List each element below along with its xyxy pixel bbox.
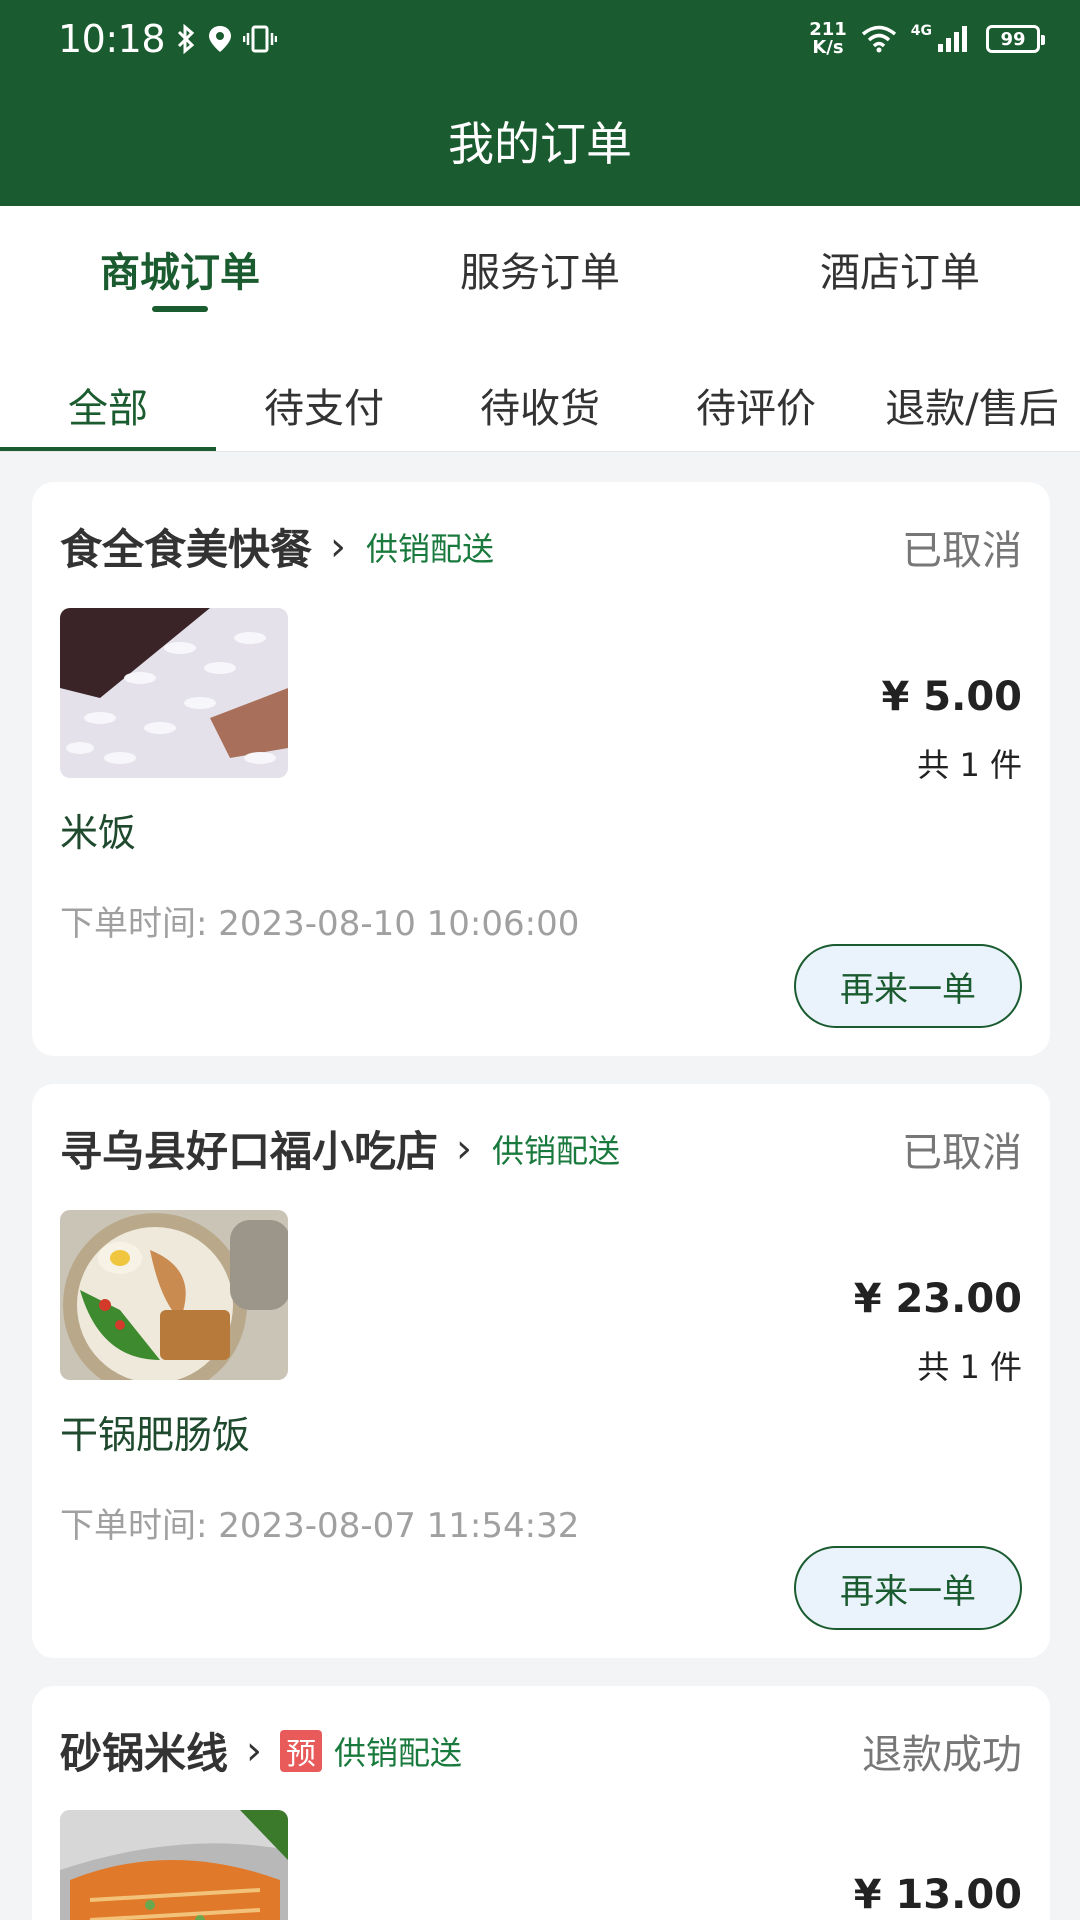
status-left-icons	[175, 24, 278, 54]
active-tab-indicator	[152, 306, 208, 312]
filter-tab-pending-receipt[interactable]: 待收货	[432, 342, 648, 451]
net-speed: 211 K/s	[809, 19, 847, 58]
status-time: 10:18	[58, 17, 166, 61]
delivery-tag: 供销配送	[492, 1131, 621, 1170]
bluetooth-icon	[177, 24, 195, 54]
order-status: 已取消	[902, 1130, 1022, 1176]
app-bar: 10:18 211 K/s 4G 99 我的订单	[0, 0, 1080, 206]
chevron-right-icon: ›	[246, 1727, 263, 1774]
location-icon	[209, 26, 232, 52]
product-name: 米饭	[60, 811, 137, 855]
tab-label: 酒店订单	[820, 250, 980, 296]
order-card[interactable]: 寻乌县好口福小吃店 › 供销配送 已取消 ¥ 23.00 共 1 件 干锅肥肠饭…	[32, 1084, 1050, 1658]
page-title: 我的订单	[448, 117, 632, 171]
order-quantity: 共 1 件	[917, 746, 1022, 784]
filter-tab-pending-review[interactable]: 待评价	[648, 342, 864, 451]
order-price: ¥ 23.00	[853, 1276, 1022, 1322]
store-row[interactable]: 砂锅米线 › 预 供销配送	[60, 1720, 462, 1781]
filter-tab-all[interactable]: 全部	[0, 342, 216, 451]
filter-tab-pending-payment[interactable]: 待支付	[216, 342, 432, 451]
reorder-button[interactable]: 再来一单	[794, 1546, 1022, 1630]
order-card[interactable]: 食全食美快餐 › 供销配送 已取消 ¥ 5.00 共 1 件 米饭 下单时间: …	[32, 482, 1050, 1056]
order-time: 下单时间: 2023-08-10 10:06:00	[60, 904, 580, 944]
presale-tag: 预	[280, 1729, 323, 1772]
battery-icon: 99	[986, 25, 1045, 53]
delivery-tag: 供销配送	[334, 1733, 463, 1772]
reorder-button[interactable]: 再来一单	[794, 944, 1022, 1028]
order-price: ¥ 5.00	[881, 674, 1022, 720]
product-image-rice[interactable]	[60, 608, 288, 778]
filter-tab-refund[interactable]: 退款/售后	[864, 342, 1080, 451]
product-image-pork-intestine-rice[interactable]	[60, 1210, 288, 1380]
signal-label: 4G	[910, 23, 932, 39]
chevron-right-icon: ›	[456, 1125, 473, 1172]
store-name: 食全食美快餐	[60, 525, 313, 574]
order-card[interactable]: 砂锅米线 › 预 供销配送 退款成功 ¥ 13.00	[32, 1686, 1050, 1920]
store-row[interactable]: 食全食美快餐 › 供销配送	[60, 516, 494, 577]
tab-service-orders[interactable]: 服务订单	[360, 206, 720, 342]
order-status: 退款成功	[862, 1732, 1022, 1778]
chevron-right-icon: ›	[330, 523, 347, 570]
store-name: 寻乌县好口福小吃店	[60, 1127, 439, 1176]
tab-mall-orders[interactable]: 商城订单	[0, 206, 360, 342]
tab-hotel-orders[interactable]: 酒店订单	[720, 206, 1080, 342]
filter-tabs: 全部 待支付 待收货 待评价 退款/售后	[0, 342, 1080, 452]
wifi-icon	[861, 25, 896, 53]
product-image-rice-noodles[interactable]	[60, 1810, 288, 1920]
product-name: 干锅肥肠饭	[60, 1413, 251, 1457]
main-tabs: 商城订单 服务订单 酒店订单	[0, 206, 1080, 342]
order-time: 下单时间: 2023-08-07 11:54:32	[60, 1506, 580, 1546]
tab-label: 商城订单	[100, 250, 260, 296]
store-row[interactable]: 寻乌县好口福小吃店 › 供销配送	[60, 1118, 620, 1179]
status-bar: 10:18 211 K/s 4G 99	[0, 0, 1080, 78]
vibrate-icon	[243, 25, 278, 53]
order-quantity: 共 1 件	[917, 1348, 1022, 1386]
tab-label: 服务订单	[460, 250, 620, 296]
signal-icon	[938, 26, 967, 52]
status-right-icons: 211 K/s 4G 99	[809, 19, 1045, 58]
delivery-tag: 供销配送	[366, 529, 495, 568]
order-status: 已取消	[902, 528, 1022, 574]
order-price: ¥ 13.00	[853, 1872, 1022, 1918]
store-name: 砂锅米线	[60, 1729, 229, 1778]
